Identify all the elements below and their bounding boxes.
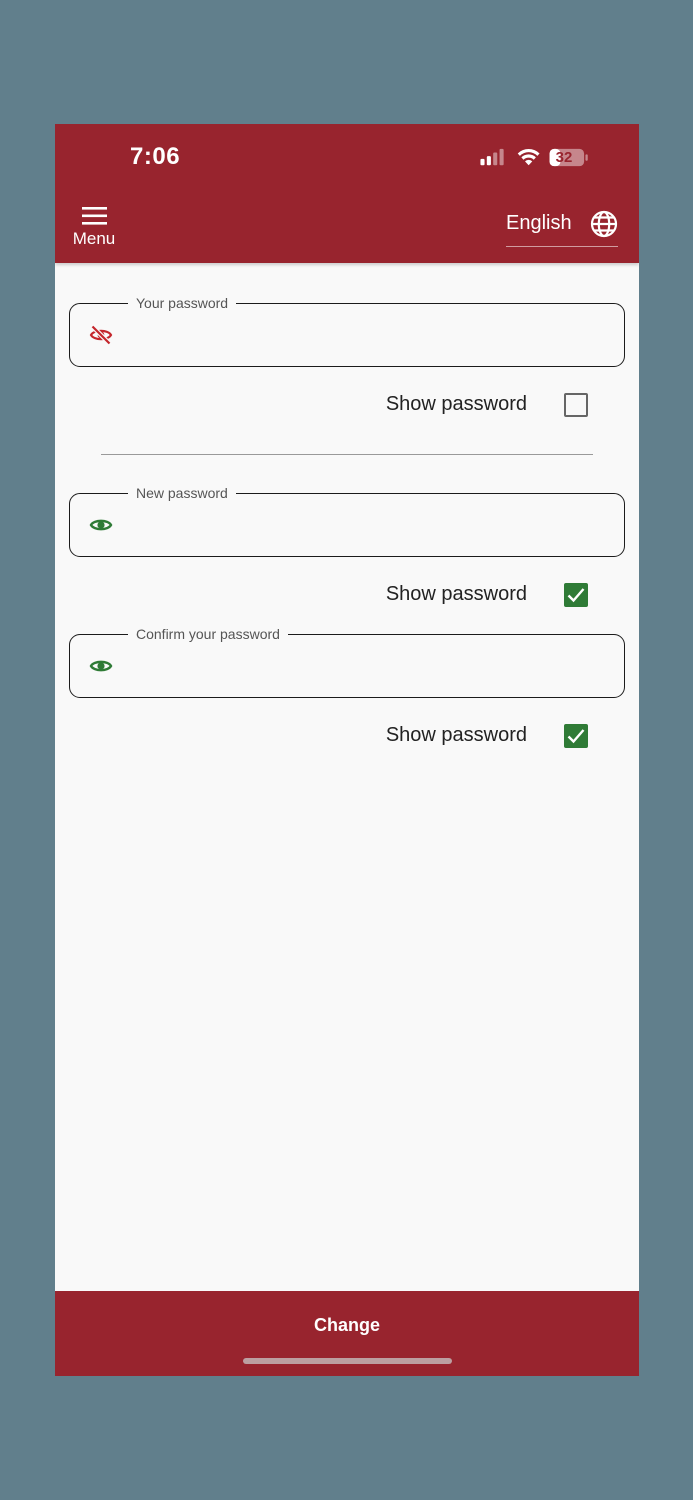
app-screen: 7:06 32 Menu English Your password Show … — [55, 124, 639, 1376]
language-selector[interactable]: English — [506, 210, 618, 247]
app-header: 7:06 32 Menu English — [55, 124, 639, 263]
show-confirm-password-checkbox[interactable] — [564, 724, 588, 748]
home-indicator[interactable] — [243, 1358, 452, 1364]
checkmark-icon — [567, 588, 585, 603]
show-current-password-row: Show password — [55, 390, 639, 420]
change-button[interactable]: Change — [55, 1291, 639, 1376]
change-button-label: Change — [313, 1315, 380, 1335]
globe-icon — [590, 210, 618, 238]
status-time: 7:06 — [130, 143, 181, 170]
new-password-legend: New password — [128, 484, 236, 502]
show-password-label: Show password — [385, 393, 527, 415]
checkmark-icon — [567, 729, 585, 744]
current-password-input[interactable] — [126, 316, 610, 356]
eye-icon[interactable] — [89, 655, 113, 677]
section-divider — [101, 454, 593, 455]
current-password-legend: Your password — [128, 294, 237, 312]
show-password-label: Show password — [385, 724, 527, 746]
battery-level: 32 — [555, 149, 573, 166]
show-new-password-row: Show password — [55, 580, 639, 610]
new-password-input[interactable] — [126, 506, 610, 546]
confirm-password-field: Confirm your password — [69, 625, 625, 698]
show-new-password-checkbox[interactable] — [564, 583, 588, 607]
show-confirm-password-row: Show password — [55, 721, 639, 751]
wifi-icon — [517, 148, 540, 166]
confirm-password-legend: Confirm your password — [128, 625, 288, 643]
confirm-password-input[interactable] — [126, 647, 610, 687]
show-password-label: Show password — [385, 583, 527, 605]
signal-icon — [480, 148, 504, 166]
menu-icon — [81, 207, 107, 225]
language-label: English — [506, 212, 572, 234]
show-current-password-checkbox[interactable] — [564, 393, 588, 417]
current-password-field: Your password — [69, 294, 625, 367]
menu-button[interactable]: Menu — [69, 207, 119, 251]
menu-label: Menu — [72, 229, 116, 248]
eye-icon[interactable] — [89, 514, 113, 536]
new-password-field: New password — [69, 484, 625, 557]
eye-off-icon[interactable] — [89, 324, 113, 346]
